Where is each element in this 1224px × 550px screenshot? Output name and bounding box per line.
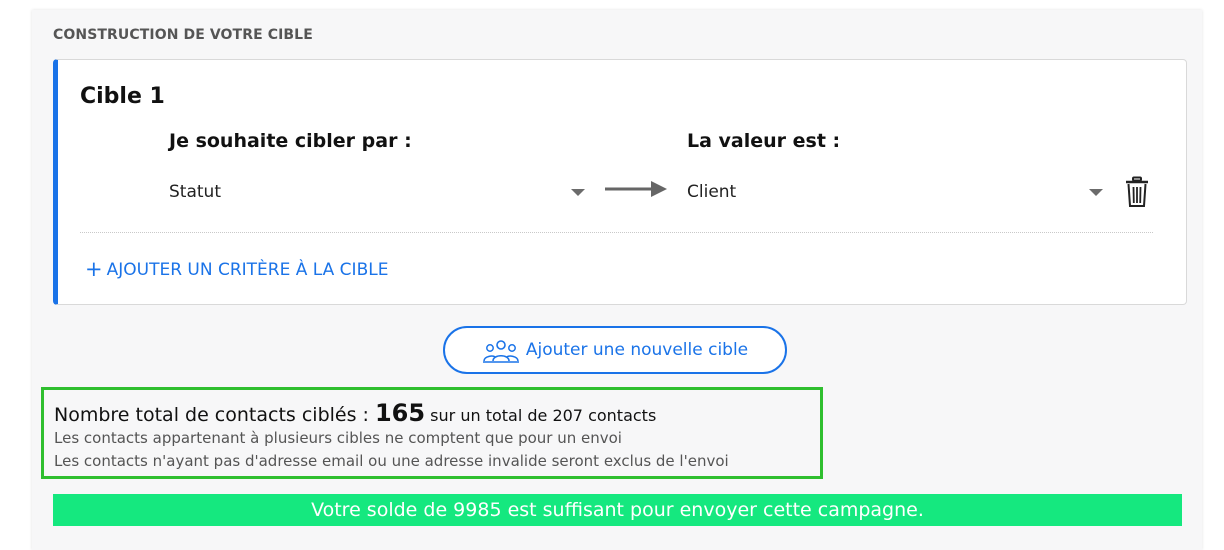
- criterion-select[interactable]: Statut: [169, 172, 587, 212]
- caret-down-icon: [1089, 188, 1103, 196]
- total-label: Nombre total de contacts ciblés :: [54, 404, 375, 426]
- section-title: CONSTRUCTION DE VOTRE CIBLE: [53, 27, 313, 43]
- total-suffix: sur un total de 207 contacts: [425, 406, 657, 425]
- trash-icon[interactable]: [1124, 176, 1150, 208]
- target-card: Cible 1 Je souhaite cibler par : La vale…: [53, 59, 1187, 305]
- add-target-label: Ajouter une nouvelle cible: [525, 340, 749, 360]
- people-group-icon: [482, 340, 519, 363]
- caret-down-icon: [571, 188, 585, 196]
- total-count: 165: [374, 399, 426, 427]
- add-criterion-label: AJOUTER UN CRITÈRE À LA CIBLE: [106, 259, 389, 280]
- value-select-value: Client: [687, 182, 737, 202]
- targeted-contacts-summary: Nombre total de contacts ciblés : 165 su…: [41, 387, 823, 479]
- criterion-select-value: Statut: [169, 182, 221, 202]
- target-title: Cible 1: [80, 84, 165, 109]
- note-invalid-emails: Les contacts n'ayant pas d'adresse email…: [54, 452, 729, 470]
- balance-banner: Votre solde de 9985 est suffisant pour e…: [53, 494, 1182, 526]
- criterion-label: Je souhaite cibler par :: [169, 130, 412, 152]
- add-criterion-link[interactable]: + AJOUTER UN CRITÈRE À LA CIBLE: [85, 259, 388, 280]
- note-multiple-targets: Les contacts appartenant à plusieurs cib…: [54, 429, 622, 447]
- total-contacts-line: Nombre total de contacts ciblés : 165 su…: [54, 399, 656, 427]
- divider: [80, 232, 1153, 233]
- arrow-right-icon: [605, 181, 667, 197]
- value-label: La valeur est :: [687, 130, 841, 152]
- value-select[interactable]: Client: [687, 172, 1105, 212]
- target-builder-panel: CONSTRUCTION DE VOTRE CIBLE Cible 1 Je s…: [32, 10, 1202, 550]
- add-target-button[interactable]: Ajouter une nouvelle cible: [443, 326, 787, 374]
- plus-icon: +: [85, 257, 103, 281]
